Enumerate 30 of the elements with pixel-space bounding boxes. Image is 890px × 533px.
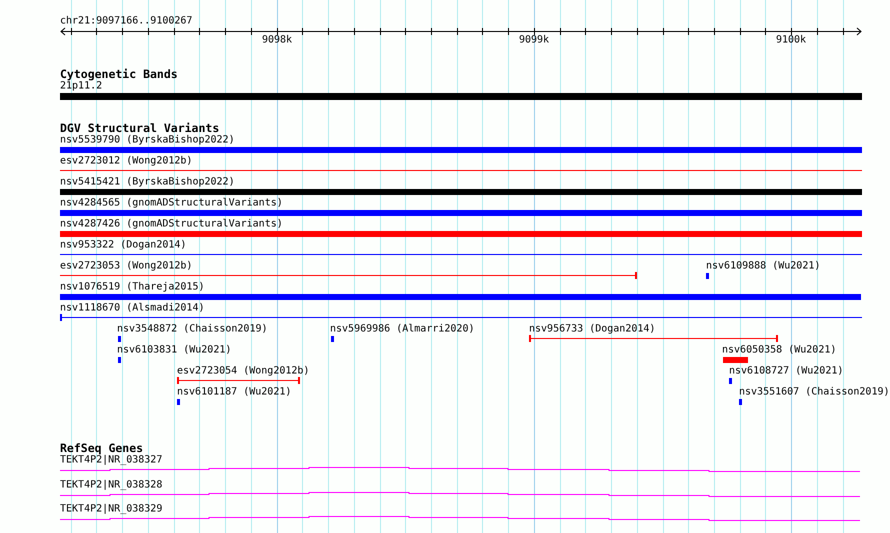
ruler-label: 9100k xyxy=(776,34,806,46)
track-title: Cytogenetic Bands xyxy=(60,67,178,81)
track-title: DGV Structural Variants xyxy=(60,121,220,135)
feature-label: nsv6103831 (Wu2021) xyxy=(117,344,232,356)
feature-label: esv2723053 (Wong2012b) xyxy=(60,260,192,272)
feature-label: nsv956733 (Dogan2014) xyxy=(529,324,656,334)
track-title: RefSeq Genes xyxy=(60,441,144,455)
feature-label: nsv6101187 (Wu2021) xyxy=(177,386,292,398)
feature-label: esv2723054 (Wong2012b) xyxy=(177,366,310,376)
feature-label: nsv5415421 (ByrskaBishop2022) xyxy=(60,176,235,188)
feature-label: nsv1076519 (Thareja2015) xyxy=(60,282,204,292)
ruler-label: 9099k xyxy=(518,34,550,46)
feature-label: nsv4287426 (gnomADStructuralVariants) xyxy=(60,218,283,230)
feature-label: nsv5969986 (Almarri2020) xyxy=(330,324,474,334)
feature-label: esv2723012 (Wong2012b) xyxy=(60,156,192,166)
feature-label: TEKT4P2|NR_038328 xyxy=(60,480,162,490)
feature-label: nsv5539790 (ByrskaBishop2022) xyxy=(60,134,235,146)
feature-label: nsv3548872 (Chaisson2019) xyxy=(117,324,268,334)
feature-label: 21p11.2 xyxy=(60,80,102,92)
feature-label: TEKT4P2|NR_038329 xyxy=(60,504,162,514)
feature-label: nsv953322 (Dogan2014) xyxy=(60,240,186,250)
location-label: chr21:9097166..9100267 xyxy=(60,16,192,26)
feature-label: nsv4284565 (gnomADStructuralVariants) xyxy=(60,198,283,208)
feature-label: TEKT4P2|NR_038327 xyxy=(60,454,162,466)
feature-label: nsv1118670 (Alsmadi2014) xyxy=(60,302,204,314)
feature-label: nsv3551607 (Chaisson2019) xyxy=(739,386,890,398)
ruler-label: 9098k xyxy=(262,34,292,46)
feature-label: nsv6108727 (Wu2021) xyxy=(729,366,844,376)
feature-label: nsv6109888 (Wu2021) xyxy=(706,260,820,272)
feature-label: nsv6050358 (Wu2021) xyxy=(722,344,836,356)
